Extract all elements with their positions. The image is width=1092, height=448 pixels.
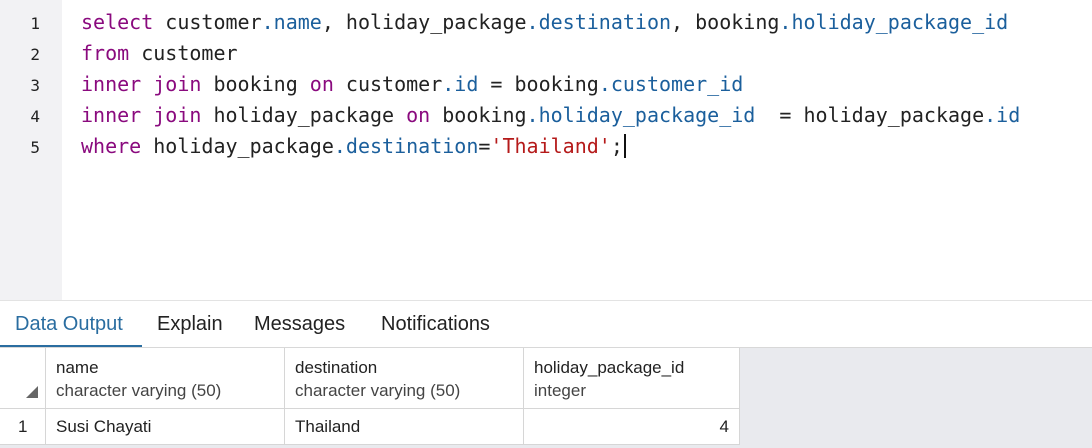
code-token: .customer_id (598, 72, 744, 96)
column-name: name (56, 358, 99, 377)
code-token: on (309, 72, 334, 96)
tab-messages[interactable]: Messages (254, 313, 345, 336)
code-token: select (81, 10, 154, 34)
code-token: .id (442, 72, 479, 96)
code-token: = holiday_package (755, 103, 985, 127)
cell-holiday-package-id[interactable]: 4 (524, 409, 740, 445)
code-token: customer (333, 72, 443, 96)
column-type: character varying (50) (56, 381, 222, 400)
column-type: integer (534, 381, 586, 400)
code-line[interactable]: select customer.name, holiday_package.de… (81, 10, 1008, 34)
code-token: = booking (478, 72, 599, 96)
code-token: where (81, 134, 142, 158)
code-token: customer (129, 41, 238, 65)
tab-data-output[interactable]: Data Output (15, 313, 123, 336)
column-header-destination[interactable]: destination character varying (50) (285, 348, 524, 409)
cell-destination[interactable]: Thailand (285, 409, 524, 445)
code-token: booking (430, 103, 527, 127)
tab-notifications[interactable]: Notifications (381, 313, 490, 336)
select-all-icon[interactable] (26, 386, 38, 398)
code-token: .id (984, 103, 1021, 127)
code-token: .holiday_package_id (779, 10, 1009, 34)
code-token: , booking (671, 10, 780, 34)
code-token: booking (201, 72, 310, 96)
code-token: holiday_package (201, 103, 407, 127)
code-line[interactable]: where holiday_package.destination='Thail… (81, 134, 626, 158)
code-line[interactable]: inner join holiday_package on booking.ho… (81, 103, 1020, 127)
code-line[interactable]: from customer (81, 41, 238, 65)
line-number: 5 (30, 138, 40, 157)
code-token: .destination (526, 10, 672, 34)
line-number: 3 (30, 76, 40, 95)
results-tab-bar: Data Output Explain Messages Notificatio… (0, 300, 1092, 348)
code-token: from (81, 41, 130, 65)
line-number: 2 (30, 45, 40, 64)
code-token: ; (610, 134, 623, 158)
code-token: inner join (81, 103, 202, 127)
column-header-name[interactable]: name character varying (50) (46, 348, 285, 409)
grid-corner[interactable] (0, 348, 46, 409)
sql-editor[interactable]: 1 2 3 4 5 select customer.name, holiday_… (0, 0, 1092, 300)
cell-name[interactable]: Susi Chayati (46, 409, 285, 445)
code-line[interactable]: inner join booking on customer.id = book… (81, 72, 743, 96)
row-number[interactable]: 1 (0, 409, 46, 445)
code-token: on (406, 103, 431, 127)
results-grid: name character varying (50) destination … (0, 347, 1092, 448)
column-type: character varying (50) (295, 381, 461, 400)
column-name: holiday_package_id (534, 358, 685, 377)
column-name: destination (295, 358, 378, 377)
code-token: 'Thailand' (490, 134, 611, 158)
line-number: 4 (30, 107, 40, 126)
text-cursor (623, 134, 626, 158)
code-token: inner join (81, 72, 202, 96)
code-token: holiday_package (141, 134, 334, 158)
code-token: .holiday_package_id (526, 103, 756, 127)
tab-explain[interactable]: Explain (157, 313, 223, 336)
code-token: = (478, 134, 491, 158)
code-token: .destination (333, 134, 479, 158)
code-token: .name (261, 10, 322, 34)
code-token: , holiday_package (321, 10, 527, 34)
column-header-holiday-package-id[interactable]: holiday_package_id integer (524, 348, 740, 409)
line-number: 1 (30, 14, 40, 33)
line-number-gutter: 1 2 3 4 5 (0, 0, 62, 300)
code-token: customer (153, 10, 262, 34)
